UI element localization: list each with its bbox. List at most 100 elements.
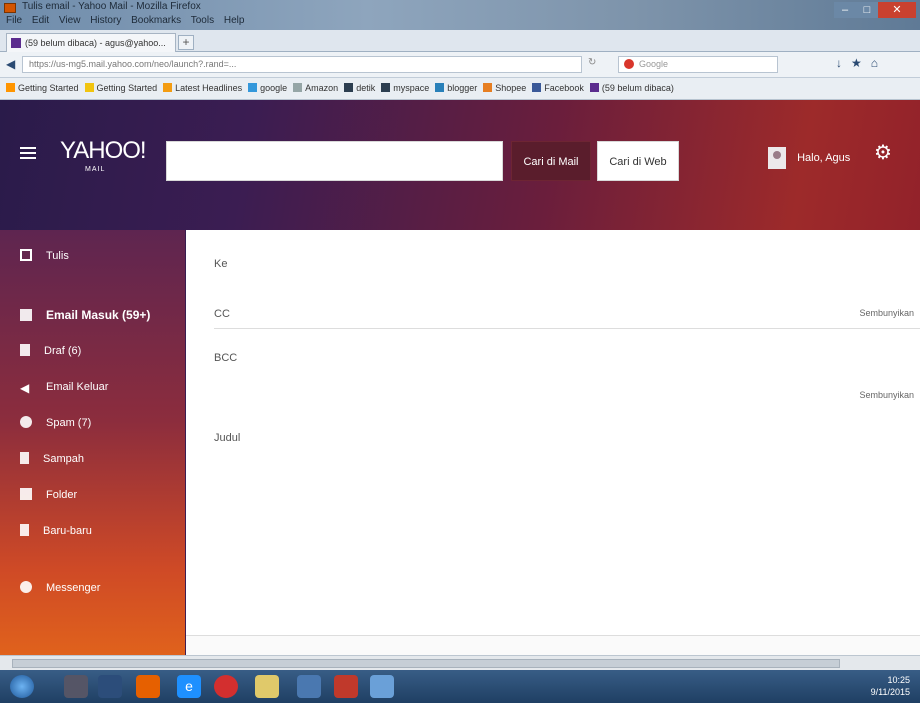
menu-bookmarks[interactable]: Bookmarks (131, 15, 181, 26)
menu-edit[interactable]: Edit (32, 15, 49, 26)
sidebar-item-spam[interactable]: Spam (7) (20, 411, 91, 435)
new-tab-button[interactable]: + (178, 35, 194, 50)
sidebar-item-label: Tulis (46, 250, 69, 262)
word-icon[interactable] (297, 675, 321, 698)
menu-help[interactable]: Help (224, 15, 245, 26)
image-icon[interactable] (370, 675, 394, 698)
menu-file[interactable]: File (6, 15, 22, 26)
menu-history[interactable]: History (90, 15, 121, 26)
tab-yahoo-mail[interactable]: (59 belum dibaca) - agus@yahoo... (6, 33, 176, 52)
divider (214, 328, 920, 329)
window-title: Tulis email - Yahoo Mail - Mozilla Firef… (22, 1, 201, 12)
firefox-icon (4, 3, 16, 13)
sidebar-item-folder[interactable]: Folder (20, 483, 77, 507)
media-icon[interactable] (214, 675, 238, 698)
sidebar-item-trash[interactable]: Sampah (20, 447, 84, 471)
bookmark-item[interactable]: detik (344, 83, 375, 93)
system-tray[interactable]: 10:25 9/11/2015 (871, 674, 910, 698)
bookmark-icon[interactable]: ★ (851, 56, 871, 70)
nav-bar: ◀ https://us-mg5.mail.yahoo.com/neo/laun… (0, 52, 920, 78)
recent-icon (20, 524, 29, 536)
minimize-button[interactable]: – (834, 2, 856, 18)
bookmark-item[interactable]: Getting Started (84, 83, 157, 93)
avatar (768, 147, 786, 169)
bookmark-item[interactable]: Getting Started (6, 83, 79, 93)
sidebar-item-label: Sampah (43, 453, 84, 465)
bookmark-item[interactable]: (59 belum dibaca) (589, 83, 674, 93)
menu-icon[interactable] (20, 147, 36, 160)
sidebar-item-compose[interactable]: Tulis (20, 244, 69, 268)
spam-icon (20, 416, 32, 428)
bookmark-item[interactable]: Amazon (293, 83, 338, 93)
bookmark-item[interactable]: Latest Headlines (163, 83, 242, 93)
yahoo-mail-app: YAHOO! MAIL Cari di Mail Cari di Web Hal… (0, 100, 920, 655)
search-web-button[interactable]: Cari di Web (597, 141, 679, 181)
user-menu[interactable]: Halo, Agus (768, 147, 850, 169)
bookmark-label: detik (356, 83, 376, 93)
messenger-icon (20, 581, 32, 593)
bookmark-label: Getting Started (18, 83, 79, 93)
browser-window: Tulis email - Yahoo Mail - Mozilla Firef… (0, 0, 920, 703)
reload-icon[interactable]: ↻ (588, 57, 596, 68)
user-name: Halo, Agus (797, 151, 851, 164)
title-bar: Tulis email - Yahoo Mail - Mozilla Firef… (0, 0, 920, 30)
trash-icon (20, 452, 29, 464)
google-icon (624, 59, 634, 69)
explorer-icon[interactable] (98, 675, 122, 698)
bookmark-item[interactable]: Shopee (483, 83, 526, 93)
menu-tools[interactable]: Tools (191, 15, 214, 26)
compose-panel: Ke CC Sembunyikan BCC Sembunyikan Judul (186, 230, 920, 655)
menu-view[interactable]: View (59, 15, 81, 26)
bookmark-item[interactable]: myspace (381, 83, 429, 93)
bookmarks-bar: Getting Started Getting Started Latest Hea… (0, 78, 920, 100)
sidebar-item-label: Baru-baru (43, 525, 92, 537)
app-icon[interactable] (64, 675, 88, 698)
mail-search-input[interactable] (166, 141, 503, 181)
bookmark-label: Shopee (495, 83, 527, 93)
ie-icon[interactable]: e (177, 675, 201, 698)
sidebar-item-label: Draf (6) (44, 345, 82, 357)
sidebar-item-recent[interactable]: Baru-baru (20, 519, 92, 543)
bcc-label: BCC (214, 352, 238, 364)
hide-bcc-link[interactable]: Sembunyikan (859, 390, 914, 400)
sidebar-item-label: Email Keluar (46, 381, 109, 393)
bookmark-label: google (260, 83, 288, 93)
sidebar-item-sent[interactable]: ◀ Email Keluar (20, 375, 108, 399)
bookmark-label: blogger (447, 83, 478, 93)
start-button[interactable] (10, 675, 34, 698)
search-bar[interactable]: Google (618, 56, 778, 73)
pdf-icon[interactable] (334, 675, 358, 698)
sidebar-item-messenger[interactable]: Messenger (20, 576, 100, 600)
sidebar-item-label: Messenger (46, 582, 101, 594)
firefox-taskbar-icon[interactable] (136, 675, 160, 698)
sidebar-item-inbox[interactable]: Email Masuk (59+) (20, 303, 150, 327)
bookmark-icon (344, 83, 354, 92)
sidebar-item-label: Spam (7) (46, 417, 92, 429)
bookmark-icon (589, 83, 599, 92)
pencil-icon (20, 249, 32, 261)
home-icon[interactable]: ⌂ (871, 56, 887, 70)
send-icon: ◀ (20, 381, 30, 395)
draft-icon (20, 344, 30, 356)
search-placeholder: Google (639, 59, 669, 69)
bookmark-item[interactable]: google (248, 83, 287, 93)
bookmark-item[interactable]: blogger (435, 83, 477, 93)
folder-taskbar-icon[interactable] (255, 675, 279, 698)
bookmark-label: Facebook (544, 83, 584, 93)
search-mail-button[interactable]: Cari di Mail (511, 141, 591, 181)
url-bar[interactable]: https://us-mg5.mail.yahoo.com/neo/launch… (22, 56, 582, 73)
maximize-button[interactable]: □ (856, 2, 878, 18)
menu-bar: File Edit View History Bookmarks Tools H… (6, 15, 251, 26)
horizontal-scrollbar[interactable] (0, 655, 920, 670)
close-button[interactable]: ✕ (878, 2, 916, 18)
bookmark-item[interactable]: Facebook (532, 83, 584, 93)
gear-icon[interactable]: ⚙ (874, 143, 892, 163)
yahoo-logo[interactable]: YAHOO! (60, 137, 147, 165)
hide-cc-link[interactable]: Sembunyikan (859, 308, 914, 318)
yahoo-favicon-icon (11, 38, 21, 48)
scrollbar-thumb[interactable] (12, 659, 840, 668)
bookmark-icon (163, 83, 173, 92)
back-icon[interactable]: ◀ (6, 57, 15, 71)
download-icon[interactable]: ↓ (836, 56, 851, 70)
sidebar-item-drafts[interactable]: Draf (6) (20, 339, 81, 363)
